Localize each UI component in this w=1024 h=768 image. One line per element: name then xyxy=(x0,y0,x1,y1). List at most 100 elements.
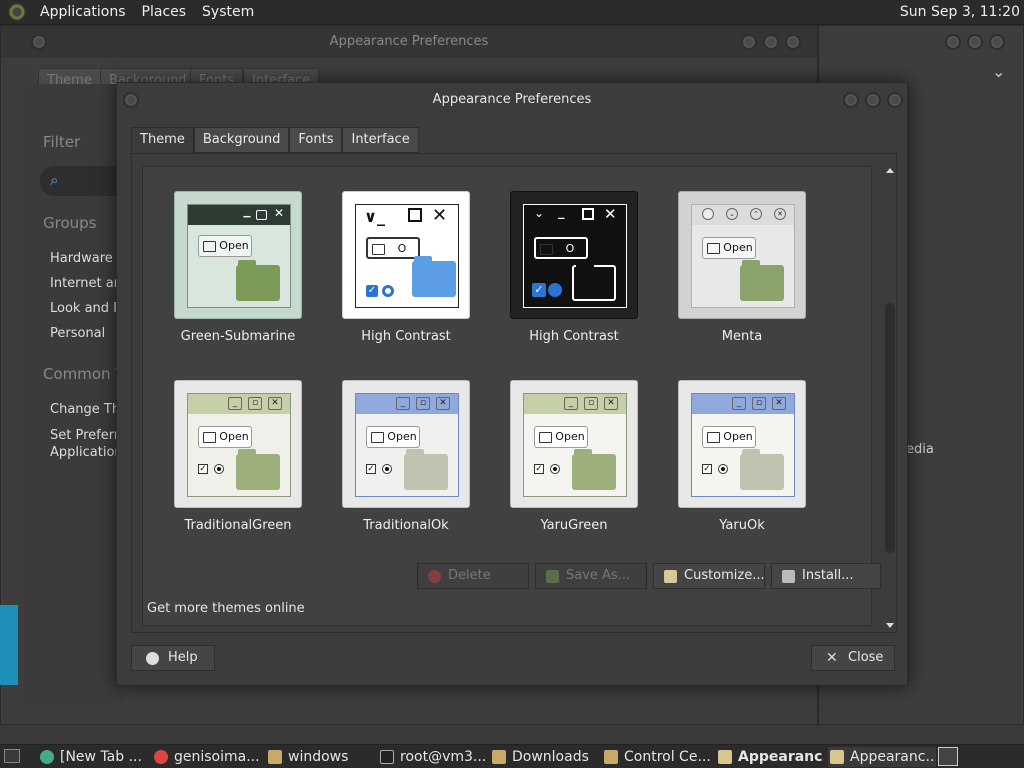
close-icon[interactable] xyxy=(887,92,903,108)
delete-button[interactable]: Delete xyxy=(417,563,529,589)
maximize-icon[interactable] xyxy=(967,34,983,50)
show-desktop-icon[interactable] xyxy=(4,749,20,763)
minimize-icon[interactable] xyxy=(741,34,757,50)
theme-item[interactable]: ∨_ ✕ O ✓ High Contrast xyxy=(341,191,471,344)
theme-item[interactable]: ⌄ ⌃ ✕ Open Menta xyxy=(677,191,807,344)
dialog-left-buttons xyxy=(117,92,139,112)
menu-applications[interactable]: Applications xyxy=(32,4,134,20)
taskbar-item-label: root@vm3... xyxy=(400,749,486,765)
chevron-down-icon[interactable]: ⌄ xyxy=(992,62,1005,81)
theme-preview: ∨_ ✕ O ✓ xyxy=(342,191,470,319)
install-label: Install... xyxy=(802,568,854,583)
theme-item[interactable]: ⌄ _ ✕ O ✓ High Contrast xyxy=(509,191,639,344)
appearance-preferences-dialog: Appearance Preferences Theme Background … xyxy=(116,82,908,686)
group-look-and-feel[interactable]: Look and F xyxy=(50,301,121,316)
taskbar-item[interactable]: Control Ce... xyxy=(602,747,720,767)
taskbar-item[interactable]: windows xyxy=(266,747,374,767)
group-personal[interactable]: Personal xyxy=(50,326,105,341)
taskbar-item-label: Downloads xyxy=(512,749,589,765)
radio-icon xyxy=(550,464,560,474)
minimize-icon[interactable] xyxy=(843,92,859,108)
task-change-theme[interactable]: Change Th xyxy=(50,402,120,417)
taskbar-item[interactable]: Downloads xyxy=(490,747,598,767)
theme-name: Green-Submarine xyxy=(180,329,296,344)
theme-preview: _ ▫ ✕ Open ✓ xyxy=(342,380,470,508)
folder-icon xyxy=(492,750,506,764)
search-icon: ⌕ xyxy=(50,171,59,189)
delete-label: Delete xyxy=(448,568,491,583)
theme-name: TraditionalOk xyxy=(363,518,449,533)
taskbar-item[interactable]: Appearanc... xyxy=(828,747,936,767)
control-center-icon xyxy=(604,750,618,764)
radio-icon xyxy=(718,464,728,474)
taskbar-item-label: Control Ce... xyxy=(624,749,711,765)
window-menu-icon[interactable] xyxy=(123,92,139,108)
checkbox-icon: ✓ xyxy=(702,464,712,474)
theme-grid-scrollbar[interactable] xyxy=(884,168,896,628)
taskbar-item-label: windows xyxy=(288,749,349,765)
close-icon[interactable] xyxy=(785,34,801,50)
browser-icon xyxy=(40,750,54,764)
terminal-icon xyxy=(380,750,394,764)
theme-item[interactable]: _ ▫ ✕ Open ✓ YaruGreen xyxy=(509,380,639,533)
taskbar-item-label: Appearanc... xyxy=(738,749,824,765)
scroll-down-arrow-icon[interactable] xyxy=(886,623,894,628)
help-icon xyxy=(146,652,159,665)
minimize-icon[interactable] xyxy=(945,34,961,50)
taskbar-item[interactable]: genisoima... xyxy=(152,747,260,767)
delete-icon xyxy=(428,570,441,583)
group-internet[interactable]: Internet an xyxy=(50,276,122,291)
menu-system[interactable]: System xyxy=(194,4,262,20)
cc-right-text: edia xyxy=(906,442,934,457)
save-as-button[interactable]: Save As... xyxy=(535,563,647,589)
install-button[interactable]: Install... xyxy=(771,563,881,589)
theme-preview: ▁ ✕ Open xyxy=(174,191,302,319)
maximize-icon[interactable] xyxy=(865,92,881,108)
tab-background[interactable]: Background xyxy=(193,127,290,153)
help-button[interactable]: Help xyxy=(131,645,215,671)
customize-button[interactable]: Customize... xyxy=(653,563,765,589)
bg-window-left-buttons xyxy=(25,34,47,54)
save-as-label: Save As... xyxy=(566,568,631,583)
theme-name: YaruOk xyxy=(719,518,765,533)
get-more-themes-link[interactable]: Get more themes online xyxy=(147,601,305,616)
taskbar-item-active[interactable]: Appearanc... xyxy=(716,747,824,767)
clock[interactable]: Sun Sep 3, 11:20 xyxy=(900,4,1020,20)
tab-fonts[interactable]: Fonts xyxy=(289,127,343,153)
browser-icon xyxy=(154,750,168,764)
tab-theme[interactable]: Theme xyxy=(131,127,194,153)
taskbar-item[interactable]: [New Tab ... xyxy=(38,747,146,767)
theme-item[interactable]: _ ▫ ✕ Open ✓ YaruOk xyxy=(677,380,807,533)
theme-preview: _ ▫ ✕ Open ✓ xyxy=(510,380,638,508)
theme-preview: _ ▫ ✕ Open ✓ xyxy=(174,380,302,508)
close-icon: ✕ xyxy=(826,650,838,666)
customize-icon xyxy=(664,570,677,583)
close-button[interactable]: ✕ Close xyxy=(811,645,895,671)
save-icon xyxy=(546,570,559,583)
checkbox-icon: ✓ xyxy=(366,464,376,474)
radio-icon xyxy=(382,464,392,474)
theme-preview: ⌄ ⌃ ✕ Open xyxy=(678,191,806,319)
filter-input[interactable]: ⌕ xyxy=(40,166,120,196)
menu-places[interactable]: Places xyxy=(134,4,195,20)
maximize-icon[interactable] xyxy=(763,34,779,50)
theme-grid[interactable]: ▁ ✕ Open Green-Submarine ∨_ ✕ O ✓ High C… xyxy=(142,166,872,626)
scrollbar-thumb[interactable] xyxy=(885,303,895,553)
theme-name: Menta xyxy=(721,329,763,344)
taskbar-item-label: genisoima... xyxy=(174,749,260,765)
taskbar-item[interactable]: root@vm3... xyxy=(378,747,486,767)
theme-name: High Contrast xyxy=(361,329,451,344)
customize-label: Customize... xyxy=(684,568,765,583)
workspace-switcher[interactable] xyxy=(938,747,958,766)
close-icon[interactable] xyxy=(989,34,1005,50)
theme-tab-panel: ▁ ✕ Open Green-Submarine ∨_ ✕ O ✓ High C… xyxy=(131,153,897,633)
theme-item[interactable]: ▁ ✕ Open Green-Submarine xyxy=(173,191,303,344)
mate-logo-icon[interactable] xyxy=(8,3,26,21)
tab-interface[interactable]: Interface xyxy=(342,127,419,153)
theme-item[interactable]: _ ▫ ✕ Open ✓ TraditionalOk xyxy=(341,380,471,533)
scroll-up-arrow-icon[interactable] xyxy=(886,168,894,173)
theme-item[interactable]: _ ▫ ✕ Open ✓ TraditionalGreen xyxy=(173,380,303,533)
window-menu-icon[interactable] xyxy=(31,34,47,50)
taskbar-item-label: Appearanc... xyxy=(850,749,936,765)
group-hardware[interactable]: Hardware xyxy=(50,251,113,266)
